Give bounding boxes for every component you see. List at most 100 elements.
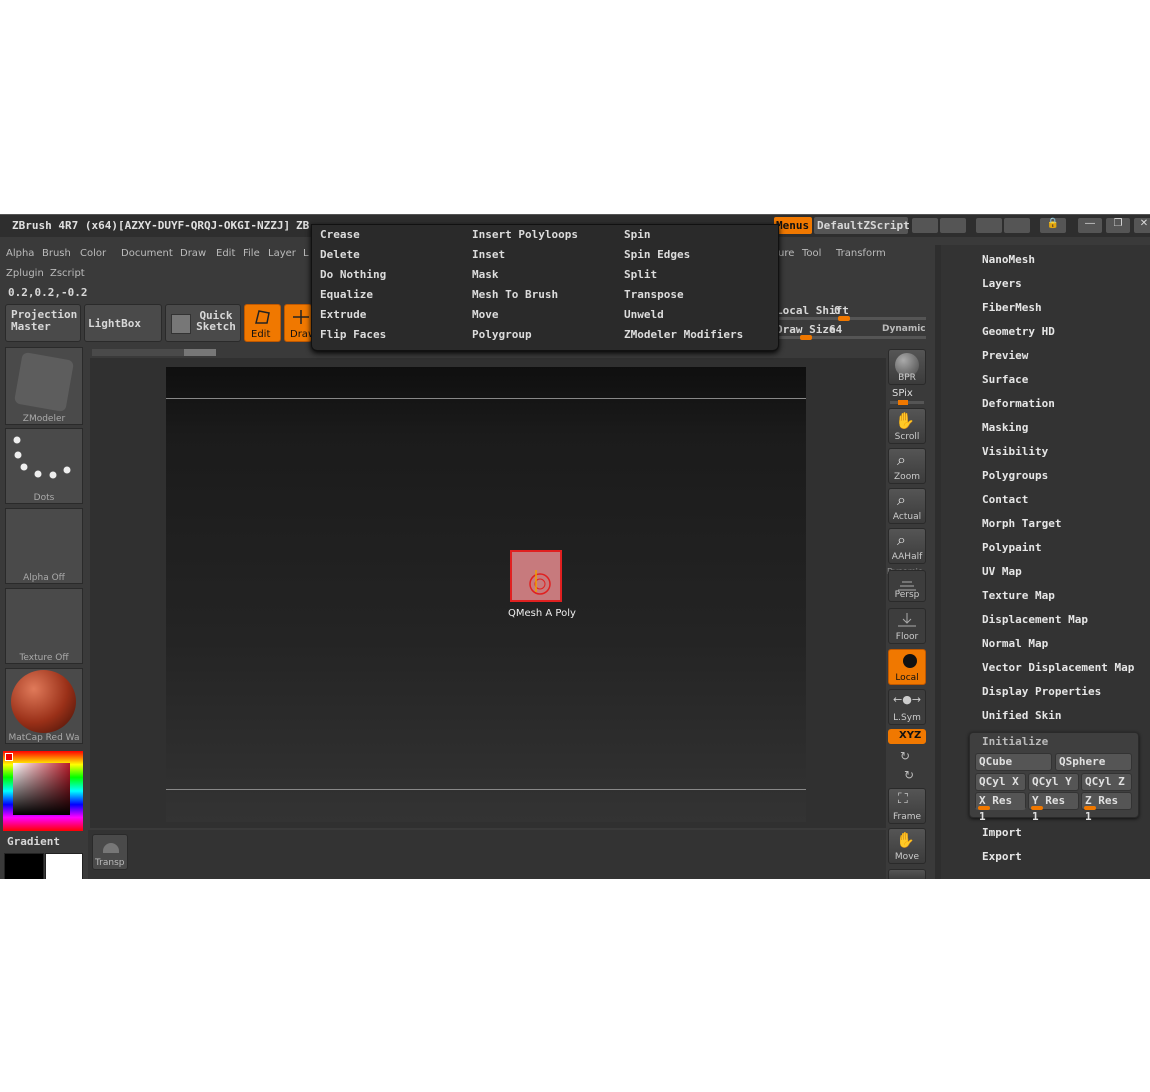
menus-toggle-button[interactable]: Menus [774, 217, 812, 234]
tool-item-morph-target[interactable]: Morph Target [982, 517, 1061, 530]
action-transpose[interactable]: Transpose [624, 288, 684, 301]
tool-item-visibility[interactable]: Visibility [982, 445, 1048, 458]
minimize-icon[interactable]: ― [1078, 218, 1102, 233]
floor-button[interactable]: Floor [888, 608, 926, 644]
main-color-swatch[interactable] [4, 853, 44, 879]
qcyl-y-button[interactable]: QCyl Y [1028, 773, 1079, 791]
action-delete[interactable]: Delete [320, 248, 360, 261]
tool-item-geometry-hd[interactable]: Geometry HD [982, 325, 1055, 338]
tool-item-deformation[interactable]: Deformation [982, 397, 1055, 410]
tool-item-surface[interactable]: Surface [982, 373, 1028, 386]
menu-zplugin[interactable]: Zplugin [6, 268, 44, 279]
restore-icon[interactable]: ❐ [1106, 218, 1130, 233]
frame-button[interactable]: ⛶ Frame [888, 788, 926, 824]
menu-alpha[interactable]: Alpha [6, 248, 34, 259]
menu-document[interactable]: Document [121, 248, 173, 259]
qcyl-x-button[interactable]: QCyl X [975, 773, 1026, 791]
menu-light[interactable]: L [303, 248, 309, 259]
tool-item-polygroups[interactable]: Polygroups [982, 469, 1048, 482]
action-move[interactable]: Move [472, 308, 499, 321]
lightbox-button[interactable]: LightBox [84, 304, 162, 342]
lock-icon[interactable]: 🔒 [1040, 218, 1066, 233]
quick-sketch-button[interactable]: Quick Sketch [165, 304, 241, 342]
layout-b-icon[interactable] [1004, 218, 1030, 233]
rotate-y-icon[interactable]: ↻ [900, 749, 910, 763]
action-flip-faces[interactable]: Flip Faces [320, 328, 386, 341]
action-inset[interactable]: Inset [472, 248, 505, 261]
tool-item-nanomesh[interactable]: NanoMesh [982, 253, 1035, 266]
menu-color[interactable]: Color [80, 248, 106, 259]
menu-tool[interactable]: Tool [802, 248, 821, 259]
menu-draw[interactable]: Draw [180, 248, 206, 259]
poly-mesh[interactable] [510, 550, 562, 602]
scroll-left-icon[interactable] [912, 218, 938, 233]
qsphere-button[interactable]: QSphere [1055, 753, 1132, 771]
action-split[interactable]: Split [624, 268, 657, 281]
xyz-button[interactable]: XYZ [888, 729, 926, 744]
draw-size-slider[interactable] [776, 335, 926, 340]
tool-item-displacement-map[interactable]: Displacement Map [982, 613, 1088, 626]
tool-item-unified-skin[interactable]: Unified Skin [982, 709, 1061, 722]
tool-item-texture-map[interactable]: Texture Map [982, 589, 1055, 602]
action-mesh-to-brush[interactable]: Mesh To Brush [472, 288, 558, 301]
persp-button[interactable]: Persp [888, 570, 926, 602]
secondary-color-swatch[interactable] [45, 853, 83, 879]
menu-layer[interactable]: Layer [268, 248, 296, 259]
bpr-button[interactable]: BPR [888, 349, 926, 385]
next-toolbar-button[interactable] [888, 869, 926, 879]
color-picker[interactable] [3, 751, 83, 831]
alpha-thumbnail[interactable]: Alpha Off [5, 508, 83, 584]
texture-thumbnail[interactable]: Texture Off [5, 588, 83, 664]
qcube-button[interactable]: QCube [975, 753, 1052, 771]
brush-thumbnail[interactable]: ZModeler [5, 347, 83, 425]
tool-item-masking[interactable]: Masking [982, 421, 1028, 434]
menu-zscript[interactable]: Zscript [50, 268, 85, 279]
layout-a-icon[interactable] [976, 218, 1002, 233]
tool-item-preview[interactable]: Preview [982, 349, 1028, 362]
action-unweld[interactable]: Unweld [624, 308, 664, 321]
close-icon[interactable]: ✕ [1134, 218, 1150, 233]
canvas[interactable]: QMesh A Poly [166, 367, 806, 822]
aahalf-button[interactable]: ⌕ AAHalf [888, 528, 926, 564]
tool-item-uv-map[interactable]: UV Map [982, 565, 1022, 578]
action-insert-polyloops[interactable]: Insert Polyloops [472, 228, 578, 241]
menu-texture[interactable]: ure [778, 248, 794, 259]
action-polygroup[interactable]: Polygroup [472, 328, 532, 341]
rotate-z-icon[interactable]: ↻ [904, 768, 914, 782]
tool-item-import[interactable]: Import [982, 826, 1022, 839]
action-extrude[interactable]: Extrude [320, 308, 366, 321]
projection-master-button[interactable]: Projection Master [5, 304, 81, 342]
action-crease[interactable]: Crease [320, 228, 360, 241]
menu-edit[interactable]: Edit [216, 248, 235, 259]
dynamic-toggle[interactable]: Dynamic [882, 324, 926, 334]
tool-item-normal-map[interactable]: Normal Map [982, 637, 1048, 650]
scroll-button[interactable]: ✋ Scroll [888, 408, 926, 444]
spix-slider[interactable] [890, 400, 924, 405]
initialize-title[interactable]: Initialize [982, 735, 1048, 748]
zoom-button[interactable]: ⌕ Zoom [888, 448, 926, 484]
menu-brush[interactable]: Brush [42, 248, 71, 259]
lsym-button[interactable]: ←●→ L.Sym [888, 689, 926, 725]
menu-transform[interactable]: Transform [836, 248, 886, 259]
tool-item-vector-displacement-map[interactable]: Vector Displacement Map [982, 661, 1134, 674]
tool-item-display-properties[interactable]: Display Properties [982, 685, 1101, 698]
action-do-nothing[interactable]: Do Nothing [320, 268, 386, 281]
local-shift-slider[interactable] [776, 316, 926, 321]
action-spin[interactable]: Spin [624, 228, 651, 241]
scroll-right-icon[interactable] [940, 218, 966, 233]
tool-item-contact[interactable]: Contact [982, 493, 1028, 506]
material-thumbnail[interactable]: MatCap Red Wa [5, 668, 83, 744]
tool-item-polypaint[interactable]: Polypaint [982, 541, 1042, 554]
action-zmodeler-modifiers[interactable]: ZModeler Modifiers [624, 328, 743, 341]
transp-button[interactable]: Transp [92, 834, 128, 870]
action-equalize[interactable]: Equalize [320, 288, 373, 301]
actual-button[interactable]: ⌕ Actual [888, 488, 926, 524]
menu-file[interactable]: File [243, 248, 260, 259]
tool-item-fibermesh[interactable]: FiberMesh [982, 301, 1042, 314]
draw-mode-button[interactable]: Draw [284, 304, 316, 342]
tool-item-layers[interactable]: Layers [982, 277, 1022, 290]
action-mask[interactable]: Mask [472, 268, 499, 281]
stroke-thumbnail[interactable]: Dots [5, 428, 83, 504]
tool-item-export[interactable]: Export [982, 850, 1022, 863]
action-spin-edges[interactable]: Spin Edges [624, 248, 690, 261]
